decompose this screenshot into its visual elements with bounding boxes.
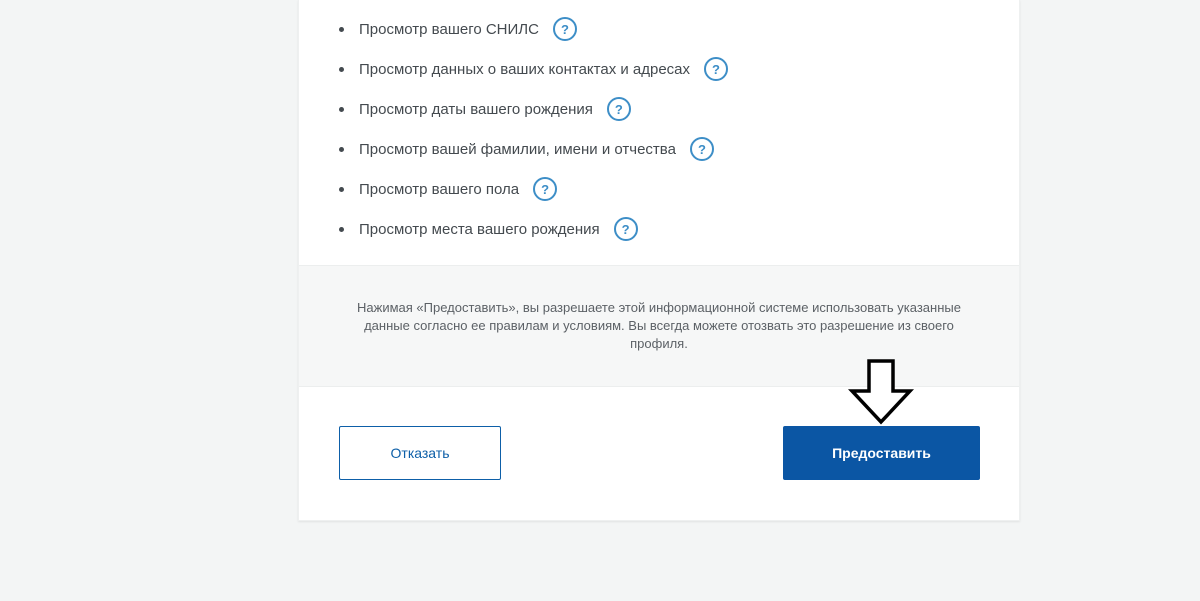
- permission-label: Просмотр места вашего рождения: [359, 220, 600, 238]
- consent-card: Просмотр вашего СНИЛС ? Просмотр данных …: [298, 0, 1020, 521]
- permission-list: Просмотр вашего СНИЛС ? Просмотр данных …: [335, 9, 729, 249]
- bullet-icon: [339, 27, 344, 32]
- grant-button[interactable]: Предоставить: [783, 426, 980, 480]
- bullet-icon: [339, 147, 344, 152]
- permission-item: Просмотр вашей фамилии, имени и отчества…: [335, 129, 728, 169]
- bullet-icon: [339, 107, 344, 112]
- permission-item: Просмотр данных о ваших контактах и адре…: [335, 49, 729, 89]
- bullet-icon: [339, 187, 344, 192]
- down-arrow-icon: [848, 359, 914, 425]
- permission-item: Просмотр даты вашего рождения ?: [335, 89, 728, 129]
- permission-item: Просмотр вашего пола ?: [335, 169, 728, 209]
- help-icon[interactable]: ?: [613, 217, 638, 241]
- bullet-icon: [339, 227, 344, 232]
- permission-label: Просмотр вашего СНИЛС: [359, 20, 539, 38]
- help-icon[interactable]: ?: [689, 137, 714, 161]
- permission-item: Просмотр места вашего рождения ?: [335, 209, 728, 249]
- help-icon[interactable]: ?: [533, 177, 558, 201]
- bullet-icon: [339, 67, 344, 72]
- consent-text: Нажимая «Предоставить», вы разрешаете эт…: [357, 300, 961, 351]
- decline-button[interactable]: Отказать: [339, 426, 501, 480]
- permission-label: Просмотр вашего пола: [359, 180, 520, 198]
- help-icon[interactable]: ?: [606, 97, 631, 121]
- permission-item: Просмотр вашего СНИЛС ?: [335, 9, 728, 49]
- help-icon[interactable]: ?: [552, 17, 577, 41]
- permission-label: Просмотр даты вашего рождения: [359, 100, 593, 118]
- permission-label: Просмотр вашей фамилии, имени и отчества: [359, 140, 676, 158]
- help-icon[interactable]: ?: [704, 57, 729, 81]
- permission-label: Просмотр данных о ваших контактах и адре…: [359, 60, 691, 78]
